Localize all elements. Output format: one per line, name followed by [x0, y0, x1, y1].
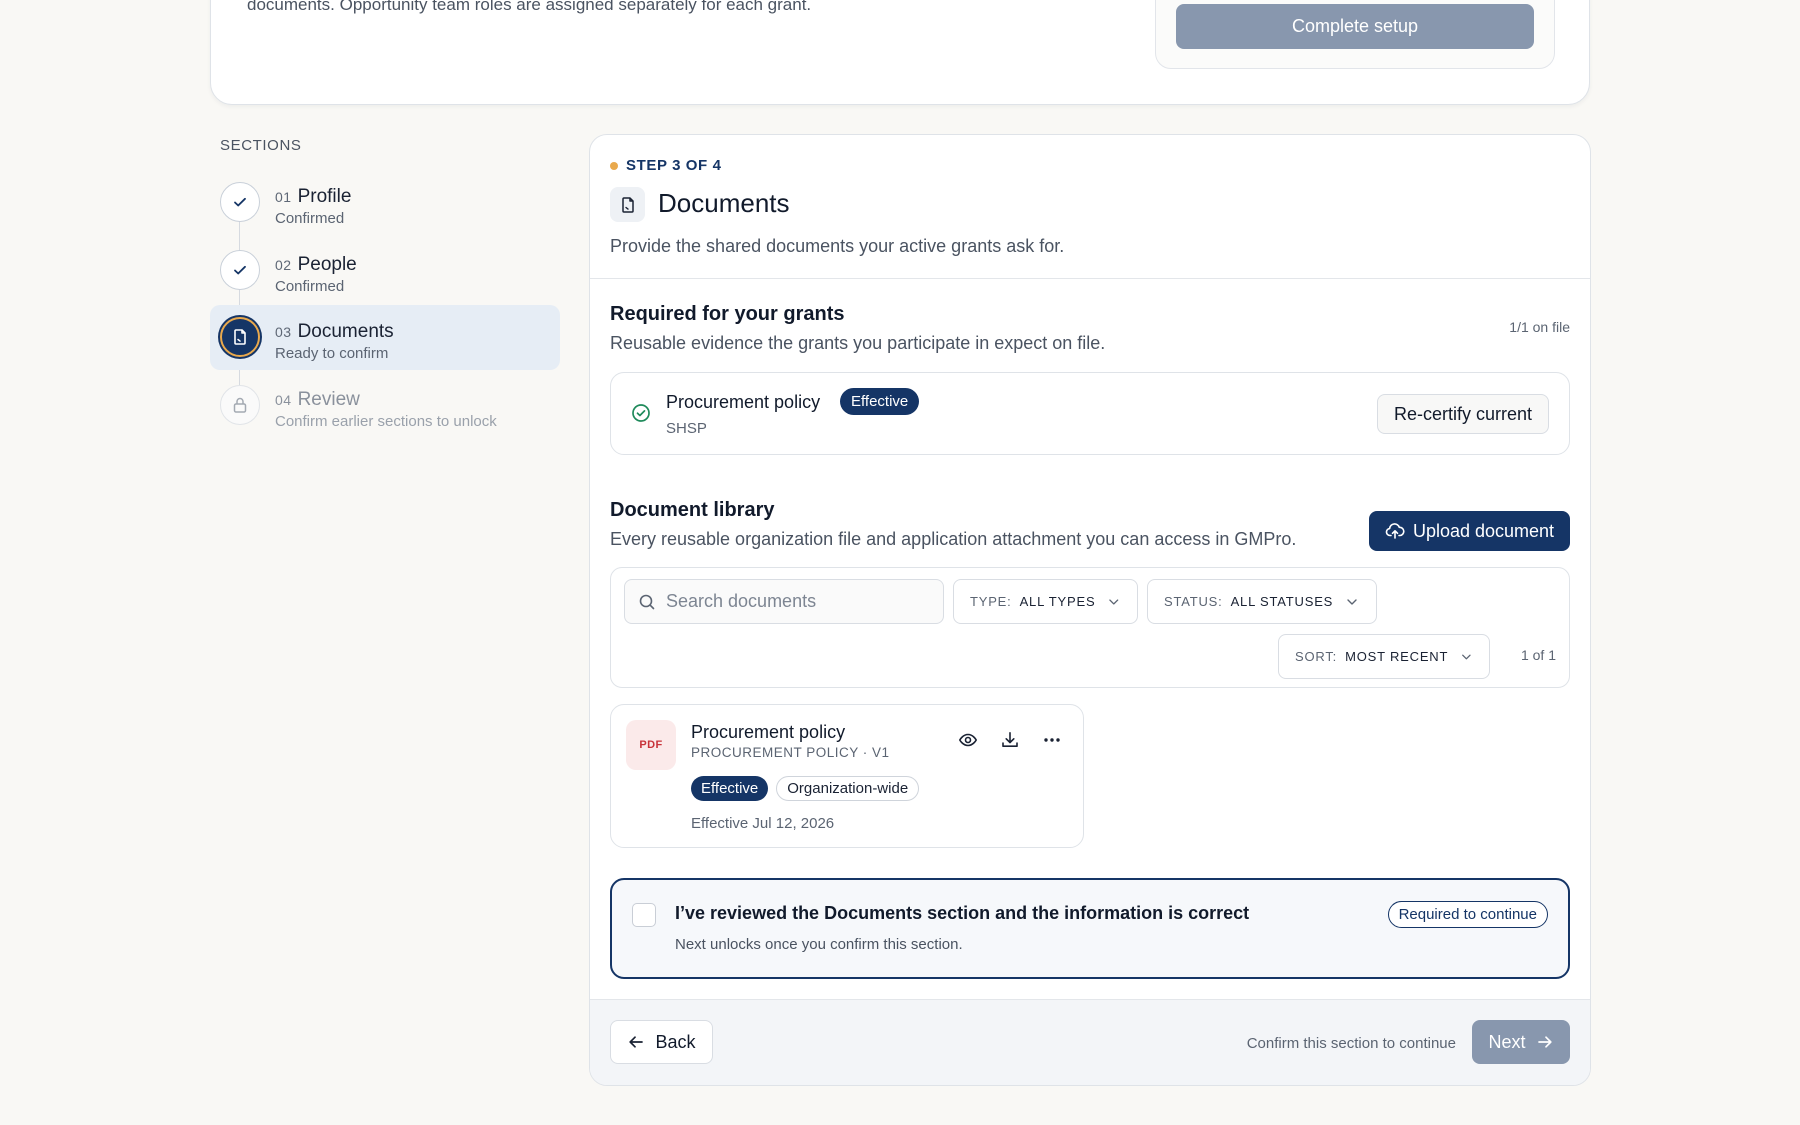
required-section-description: Reusable evidence the grants you partici… — [610, 333, 1106, 353]
status-filter-value: ALL STATUSES — [1230, 594, 1334, 609]
type-filter-label: TYPE: — [970, 594, 1012, 609]
chevron-down-icon — [1347, 598, 1357, 605]
view-icon[interactable] — [957, 729, 979, 751]
chevron-down-icon — [1462, 654, 1471, 659]
setup-summary-text: documents. Opportunity team roles are as… — [247, 0, 812, 14]
sort-dropdown[interactable]: SORT: MOST RECENT — [1278, 634, 1490, 679]
confirm-checkbox[interactable] — [632, 903, 656, 927]
step-number: 03 — [275, 324, 292, 340]
more-options-icon[interactable] — [1041, 729, 1063, 751]
step-status-circle — [220, 317, 260, 357]
required-document-name: Procurement policy — [666, 392, 821, 412]
search-icon — [639, 594, 655, 609]
step-status: Ready to confirm — [275, 345, 389, 362]
back-label: Back — [655, 1031, 696, 1052]
step-kicker-text: STEP 3 OF 4 — [626, 157, 722, 174]
document-actions — [957, 729, 1063, 751]
upload-document-button[interactable]: Upload document — [1369, 511, 1570, 551]
sort-label: SORT: — [1295, 649, 1338, 664]
check-circle-icon — [631, 403, 651, 423]
check-icon — [234, 197, 246, 207]
step-footer: Back Confirm this section to continue Ne… — [590, 999, 1590, 1085]
section-confirmation: I’ve reviewed the Documents section and … — [610, 878, 1570, 979]
document-meta: PROCUREMENT POLICY · V1 — [691, 745, 890, 760]
required-section-title: Required for your grants — [610, 303, 845, 325]
pdf-file-icon: PDF — [626, 720, 676, 770]
chevron-down-icon — [1109, 598, 1119, 605]
sidebar-item-documents[interactable]: 03 Documents Ready to confirm — [210, 305, 560, 370]
page-title: Documents — [658, 188, 790, 218]
setup-summary-card: documents. Opportunity team roles are as… — [210, 0, 1590, 105]
library-filter-bar: TYPE: ALL TYPES STATUS: ALL STATUSES SOR… — [610, 567, 1570, 688]
document-badges: Effective Organization-wide — [691, 776, 920, 801]
results-page-count: 1 of 1 — [1520, 647, 1556, 663]
next-button[interactable]: Next — [1472, 1020, 1570, 1064]
type-filter-dropdown[interactable]: TYPE: ALL TYPES — [953, 579, 1138, 624]
library-description: Every reusable organization file and app… — [610, 529, 1297, 549]
back-button[interactable]: Back — [610, 1020, 713, 1064]
sidebar-item-review: 04 Review Confirm earlier sections to unl… — [210, 373, 560, 438]
required-badge: Required to continue — [1387, 901, 1548, 928]
upload-document-label: Upload document — [1412, 520, 1555, 541]
scope-badge: Organization-wide — [776, 776, 920, 801]
documents-step-card: STEP 3 OF 4 Documents Provide the shared… — [589, 134, 1591, 1086]
document-name: Procurement policy — [691, 722, 846, 742]
documents-title-icon-tile — [610, 187, 645, 222]
step-status-circle — [220, 385, 260, 425]
arrow-left-icon — [629, 1036, 644, 1048]
document-icon — [234, 329, 246, 345]
type-filter-value: ALL TYPES — [1019, 594, 1096, 609]
status-filter-dropdown[interactable]: STATUS: ALL STATUSES — [1147, 579, 1377, 624]
document-card[interactable]: PDF Procurement policy PROCUREMENT POLIC… — [610, 704, 1084, 848]
setup-action-panel: Complete setup — [1155, 0, 1555, 69]
required-document-row: Procurement policy Effective SHSP Re-cer… — [610, 372, 1570, 455]
step-label: Documents — [297, 321, 394, 342]
step-label: Profile — [297, 186, 352, 207]
next-label: Next — [1488, 1031, 1526, 1052]
kicker-dot — [610, 161, 618, 170]
recertify-button[interactable]: Re-certify current — [1376, 394, 1549, 434]
document-effective-date: Effective Jul 12, 2026 — [691, 815, 835, 832]
confirm-subtitle: Next unlocks once you confirm this secti… — [675, 936, 963, 953]
header-divider — [590, 278, 1590, 279]
sidebar-item-profile[interactable]: 01 Profile Confirmed — [210, 170, 560, 235]
sort-value: MOST RECENT — [1345, 649, 1449, 664]
document-icon — [621, 196, 634, 213]
sections-heading: SECTIONS — [220, 137, 302, 154]
status-badge: Effective — [691, 776, 769, 801]
confirm-title: I’ve reviewed the Documents section and … — [675, 903, 1250, 923]
search-field[interactable] — [624, 579, 944, 624]
footer-hint: Confirm this section to continue — [1246, 1035, 1456, 1052]
download-icon[interactable] — [999, 729, 1021, 751]
search-input[interactable] — [666, 591, 916, 612]
sidebar-item-people[interactable]: 02 People Confirmed — [210, 238, 560, 303]
step-status: Confirmed — [275, 210, 345, 227]
page-description: Provide the shared documents your active… — [610, 236, 1065, 256]
grant-program-tag: SHSP — [666, 420, 707, 437]
step-number: 04 — [275, 392, 292, 408]
status-filter-label: STATUS: — [1164, 594, 1223, 609]
step-status-circle — [220, 250, 260, 290]
cloud-upload-icon — [1385, 523, 1405, 539]
step-number: 01 — [275, 189, 292, 205]
status-badge: Effective — [840, 388, 920, 415]
step-status: Confirm earlier sections to unlock — [275, 413, 497, 430]
library-title: Document library — [610, 499, 775, 521]
lock-icon — [233, 397, 247, 413]
step-number: 02 — [275, 257, 292, 273]
check-icon — [234, 265, 246, 275]
step-label: People — [297, 254, 357, 275]
step-label: Review — [297, 389, 360, 410]
complete-setup-button[interactable]: Complete setup — [1176, 4, 1534, 49]
on-file-count: 1/1 on file — [1509, 319, 1570, 335]
step-status: Confirmed — [275, 278, 345, 295]
step-kicker: STEP 3 OF 4 — [610, 157, 722, 174]
step-status-circle — [220, 182, 260, 222]
arrow-right-icon — [1537, 1036, 1552, 1048]
